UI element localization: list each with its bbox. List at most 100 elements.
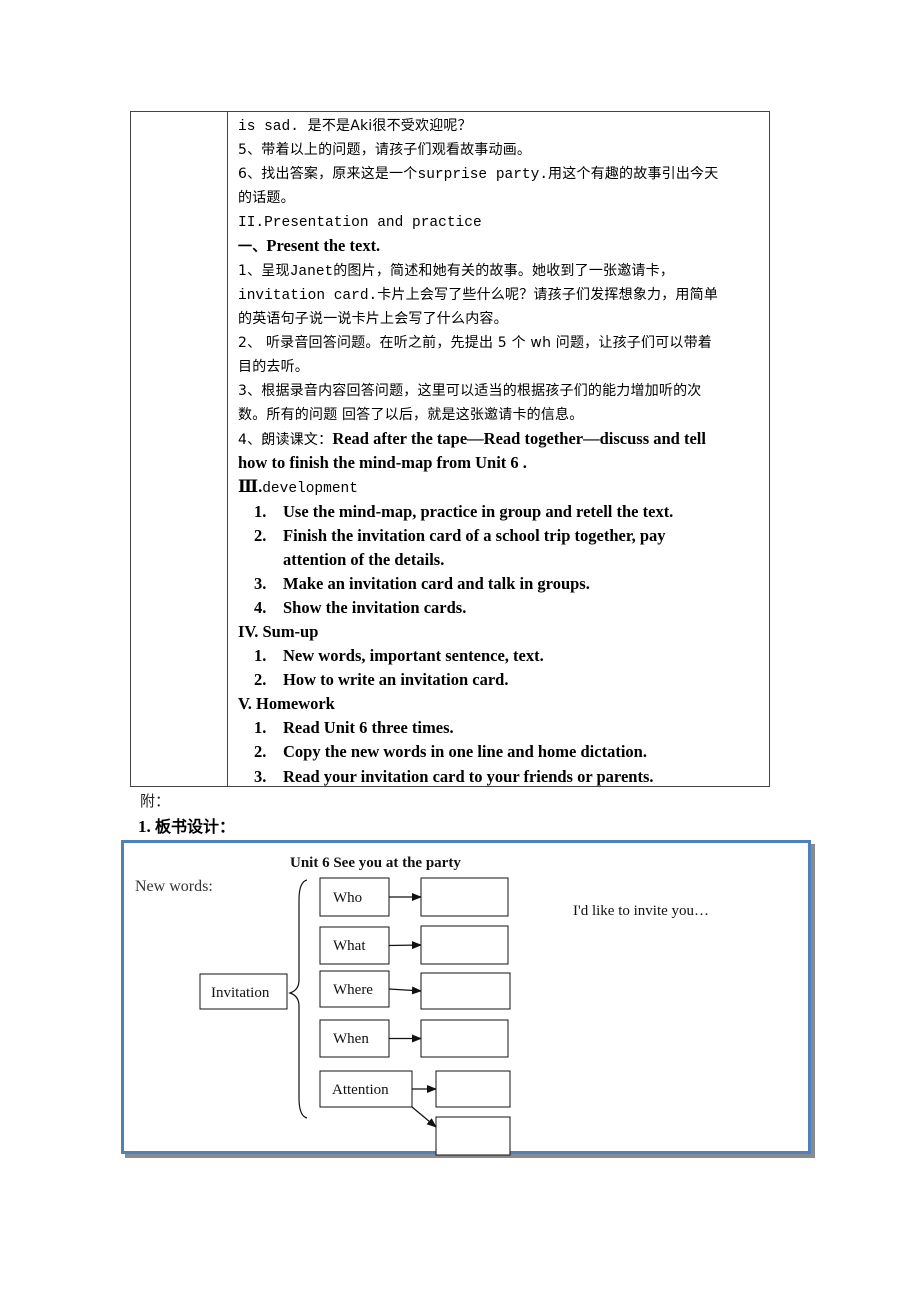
list-item-number: 2. — [254, 742, 267, 762]
list-item-number: 2. — [254, 525, 267, 545]
appendix-label: 附： — [140, 792, 171, 810]
lesson-plan-table: is sad. 是不是Aki很不受欢迎呢？ 5、带着以上的问题，请孩子们观看故事动… — [130, 111, 770, 787]
board-title: Unit 6 See you at the party — [290, 855, 461, 871]
text-run: 一、 — [238, 239, 267, 256]
branch-label: What — [333, 938, 366, 954]
list-item-number: 1. — [254, 501, 267, 521]
text-run: 3、根据录音内容回答问题，这里可以适当的根据孩子们的能力增加听的次 — [238, 383, 702, 400]
text-run: 4、朗读课文： — [238, 432, 333, 449]
list-item-number — [238, 548, 283, 572]
lesson-line: 3、根据录音内容回答问题，这里可以适当的根据孩子们的能力增加听的次 — [238, 379, 768, 403]
list-item: 1. Use the mind-map, practice in group an… — [238, 500, 768, 524]
list-item-text: attention of the details. — [283, 549, 445, 569]
lesson-line: 数。所有的问题 回答了以后，就是这张邀请卡的信息。 — [238, 403, 768, 427]
branch-group: Who What Where When Attention — [319, 877, 511, 1156]
text-run: how to finish the mind-map from Unit 6 . — [238, 453, 527, 473]
blackboard-design-frame: Unit 6 See you at the party New words: I… — [121, 840, 811, 1156]
lesson-line: II.Presentation and practice — [238, 210, 768, 234]
sumup-list: 1. New words, important sentence, text. 2.… — [238, 644, 768, 692]
list-item-number: 2. — [254, 670, 267, 690]
text-run: Present the text. — [266, 236, 381, 256]
text-run: 是不是Aki很不受欢迎呢？ — [307, 118, 472, 134]
lesson-line: 目的去听。 — [238, 355, 768, 379]
center-node: Invitation — [199, 973, 288, 1010]
text-run: 的话题。 — [238, 190, 295, 207]
blank-answer-box — [420, 1019, 509, 1058]
branch-label: Attention — [332, 1082, 389, 1098]
lesson-line: 的话题。 — [238, 186, 768, 210]
text-run: is sad. — [238, 119, 308, 135]
lesson-line: 一、Present the text. — [238, 234, 768, 258]
mind-map-diagram: Unit 6 See you at the party New words: I… — [135, 855, 709, 1156]
blank-answer-box — [435, 1070, 511, 1108]
list-item-text: Use the mind-map, practice in group and … — [283, 501, 674, 521]
text-run: 的图片，简述和她有关的故事。她收到了一张邀请卡， — [333, 262, 675, 279]
list-item-text: Copy the new words in one line and home … — [283, 742, 647, 762]
lesson-line: Ⅲ.development — [238, 475, 768, 499]
blank-answer-box — [435, 1116, 511, 1156]
list-item: 4. Show the invitation cards. — [238, 596, 768, 620]
text-run: 5、带着以上的问题，请孩子们观看故事动画。 — [238, 142, 532, 159]
list-item-number: 1. — [254, 718, 267, 738]
text-run: development — [262, 481, 358, 498]
new-words-label: New words: — [135, 878, 213, 895]
board-design-heading: 1. 板书设计： — [138, 813, 235, 837]
homework-list: 1. Read Unit 6 three times. 2. Copy the new… — [238, 716, 768, 788]
list-item-number: 3. — [254, 766, 267, 786]
list-item: 1. Read Unit 6 three times. — [238, 716, 768, 740]
text-run: Ⅲ. — [238, 477, 263, 497]
branch-where: Where — [319, 970, 511, 1010]
lesson-line: 的英语句子说一说卡片上会写了什么内容。 — [238, 307, 768, 331]
list-item: 3. Read your invitation card to your frie… — [238, 765, 768, 789]
list-item-number: 1. — [254, 646, 267, 666]
text-run: 数。所有的问题 回答了以后，就是这张邀请卡的信息。 — [238, 407, 584, 424]
text-run: 6、找出答案，原来这是一个 — [238, 166, 418, 183]
lesson-lines: is sad. 是不是Aki很不受欢迎呢？ 5、带着以上的问题，请孩子们观看故事动… — [238, 114, 768, 500]
text-run: 1、呈现 — [238, 262, 290, 279]
lesson-line: 1、呈现Janet的图片，简述和她有关的故事。她收到了一张邀请卡， — [238, 259, 768, 283]
sumup-heading: IV. Sum-up — [238, 621, 319, 641]
list-item-text: How to write an invitation card. — [283, 670, 509, 690]
development-list: 1. Use the mind-map, practice in group an… — [238, 500, 768, 620]
text-run: II.Presentation and practice — [238, 215, 482, 232]
list-item: 2. Copy the new words in one line and hom… — [238, 740, 768, 764]
text-run: surprise party. — [417, 167, 549, 184]
table-left-column — [131, 112, 228, 786]
arrow — [411, 1106, 437, 1128]
arrow — [388, 986, 422, 995]
text-run: Janet — [289, 263, 334, 280]
list-item: attention of the details. — [238, 548, 768, 572]
branch-label: When — [333, 1031, 369, 1047]
board-heading-number: 1. — [138, 817, 151, 836]
center-node-label: Invitation — [211, 985, 270, 1001]
text-run: Read after the tape—Read together—discus… — [332, 429, 706, 449]
list-item: 1. New words, important sentence, text. — [238, 644, 768, 668]
lesson-content-cell: is sad. 是不是Aki很不受欢迎呢？ 5、带着以上的问题，请孩子们观看故事动… — [238, 114, 768, 789]
list-item-text: Read your invitation card to your friend… — [283, 766, 654, 786]
list-item-text: Finish the invitation card of a school t… — [283, 525, 666, 545]
homework-heading: V. Homework — [238, 694, 335, 714]
list-item: 2. How to write an invitation card. — [238, 668, 768, 692]
text-run: 目的去听。 — [238, 358, 309, 375]
lesson-line: invitation card.卡片上会写了些什么呢？请孩子们发挥想象力，用简单 — [238, 283, 768, 307]
branch-attention: Attention — [319, 1070, 511, 1156]
list-item-text: Make an invitation card and talk in grou… — [283, 573, 590, 593]
blank-answer-box — [420, 972, 511, 1010]
lesson-line: 4、朗读课文：Read after the tape—Read together… — [238, 427, 768, 451]
branch-label: Who — [333, 890, 362, 906]
lesson-line: 2、 听录音回答问题。在听之前，先提出 5 个 wh 问题，让孩子们可以带着 — [238, 331, 768, 355]
text-run: 的英语句子说一说卡片上会写了什么内容。 — [238, 310, 508, 327]
branch-label: Where — [333, 982, 373, 998]
text-run: 用这个有趣的故事引出今天 — [548, 166, 719, 183]
lesson-line: 5、带着以上的问题，请孩子们观看故事动画。 — [238, 138, 768, 162]
arrow — [388, 941, 422, 950]
list-item-number: 4. — [254, 597, 267, 617]
invite-phrase: I'd like to invite you… — [573, 903, 709, 919]
branch-who: Who — [319, 877, 509, 917]
list-item-number: 3. — [254, 573, 267, 593]
lesson-line: is sad. 是不是Aki很不受欢迎呢？ — [238, 114, 768, 138]
text-run: 卡片上会写了些什么呢？请孩子们发挥想象力，用简单 — [377, 286, 719, 303]
board-heading-text: 板书设计： — [155, 817, 236, 836]
lesson-line: how to finish the mind-map from Unit 6 . — [238, 451, 768, 475]
branch-when: When — [319, 1019, 509, 1058]
